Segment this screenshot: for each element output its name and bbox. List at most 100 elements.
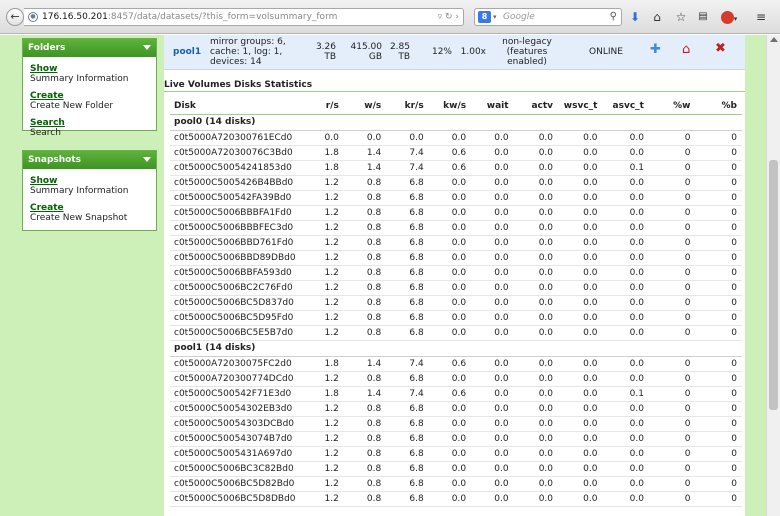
table-row: c0t5000A72030075FC2d0 1.8 1.4 7.4 0.6 0.0 0.0 0… [170,356,742,372]
stat-cell: 0 [695,220,742,236]
pool-features: non-legacy (features enabled) [490,37,564,67]
stat-cell: 7.4 [386,386,429,402]
stat-cell: 0 [695,235,742,251]
snapshots-create-link[interactable]: Create [30,203,156,213]
home-icon[interactable]: ⌂ [682,43,690,56]
disk-name-cell: c0t5000C5006BBD89DBd0 [170,250,304,266]
table-row: c0t5000C5006BC5E5B7d0 1.2 0.8 6.8 0.0 0.0 0.0 0… [170,325,742,341]
vertical-scrollbar[interactable] [766,35,780,516]
dropdown-icon[interactable]: ▿ [438,12,443,22]
add-icon[interactable]: ✚ [650,43,661,56]
stat-cell: 0.0 [602,220,649,236]
stat-cell: 1.2 [303,265,344,281]
stat-cell: 1.4 [343,160,387,176]
stat-cell: 0.0 [558,416,603,432]
disk-name-cell: c0t5000A72030076C3Bd0 [170,145,304,161]
collapse-icon[interactable] [143,45,151,50]
pool-dedup-ratio: 1.00x [460,47,486,57]
stat-cell: 0.0 [558,235,603,251]
column-header: %w [648,98,696,115]
google-icon[interactable]: 8 [478,11,491,23]
stat-cell: 0.0 [602,175,649,191]
stat-cell: 6.8 [386,446,429,462]
table-row: c0t5000C5006BC2C76Fd0 1.2 0.8 6.8 0.0 0.0 0.0 0… [170,280,742,296]
folders-search-link[interactable]: Search [30,118,156,128]
folders-item-show: Show Summary Information [23,64,156,84]
delete-icon[interactable]: ✖ [715,42,726,55]
back-button[interactable]: ← [6,8,24,26]
home-icon[interactable]: ⌂ [650,8,664,26]
bookmarks-menu-icon[interactable]: ▤ [696,8,710,26]
stat-cell: 0.0 [558,325,603,341]
addon-icon[interactable]: ▾ [716,8,742,26]
reload-icon[interactable]: ↻ [445,12,453,22]
stat-cell: 1.2 [303,250,344,266]
stat-cell: 6.8 [386,491,429,507]
stat-cell: 7.4 [386,160,429,176]
disk-name-cell: c0t5000C5006BBBFA1Fd0 [170,205,304,221]
stat-cell: 1.2 [303,295,344,311]
stat-cell: 0.0 [428,280,472,296]
stat-cell: 0.0 [513,145,559,161]
stat-cell: 0 [695,280,742,296]
stat-cell: 0.0 [602,461,649,477]
search-bar[interactable]: 8 ▾ Google ⚲ [474,8,622,26]
chevron-down-icon[interactable]: ▾ [493,9,497,25]
stat-cell: 0 [648,160,696,176]
stat-cell: 0 [648,461,696,477]
stat-cell: 0 [648,130,696,146]
stat-cell: 0 [695,371,742,387]
pool-features-line: non-legacy [502,37,552,47]
stat-cell: 0.0 [471,476,514,492]
stat-cell: 0.1 [602,160,649,176]
disk-name-cell: c0t5000C500543074B7d0 [170,431,304,447]
stat-cell: 0.0 [558,250,603,266]
stat-cell: 0.8 [343,401,387,417]
stat-cell: 0.0 [558,205,603,221]
stat-cell: 0.0 [602,325,649,341]
stat-cell: 0.6 [428,356,472,372]
stat-cell: 0.0 [513,386,559,402]
stat-cell: 0.0 [428,416,472,432]
browser-toolbar: ← ● 176.16.50.201:8457/data/datasets/?th… [0,0,780,34]
table-row: c0t5000C50054303DCBd0 1.2 0.8 6.8 0.0 0.0 0.0 0… [170,416,742,432]
snapshots-show-link[interactable]: Show [30,176,156,186]
snapshots-panel-header[interactable]: Snapshots [23,151,156,169]
scroll-up-arrow-icon[interactable] [770,37,778,42]
folders-show-link[interactable]: Show [30,64,156,74]
menu-icon[interactable]: ≡ [752,8,770,26]
stat-cell: 6.8 [386,205,429,221]
stat-cell: 6.8 [386,250,429,266]
folders-panel-header[interactable]: Folders [23,39,156,57]
column-header: wsvc_t [558,98,603,115]
download-icon[interactable]: ⬇ [628,8,642,26]
pool-name-link[interactable]: pool1 [173,47,201,57]
stat-cell: 0.0 [428,250,472,266]
stat-cell: 0.0 [471,386,514,402]
stat-cell: 0.8 [343,190,387,206]
snapshots-show-desc: Summary Information [30,186,129,196]
folders-title: Folders [28,43,66,53]
stat-cell: 0 [695,416,742,432]
scrollbar-thumb[interactable] [769,160,778,410]
stat-cell: 0.0 [558,160,603,176]
stat-cell: 1.2 [303,461,344,477]
column-header: actv [513,98,559,115]
stat-cell: 0 [695,205,742,221]
stat-cell: 6.8 [386,431,429,447]
search-icon[interactable]: ⚲ [610,9,617,25]
url-bar[interactable]: ● 176.16.50.201:8457/data/datasets/?this… [24,8,464,26]
stat-cell: 0.8 [343,235,387,251]
table-row: c0t5000C5006BC5D95Fd0 1.2 0.8 6.8 0.0 0.0 0.0 0… [170,310,742,326]
folders-create-link[interactable]: Create [30,91,156,101]
stat-cell: 0.0 [471,461,514,477]
stat-cell: 0 [695,356,742,372]
next-icon[interactable]: › [455,12,459,22]
stat-cell: 0.0 [428,401,472,417]
pool-features-line: (features [506,47,548,57]
table-row: c0t5000C5006BBBFEC3d0 1.2 0.8 6.8 0.0 0.0 0.0 0… [170,220,742,236]
pool-summary-row: pool1 mirror groups: 6, cache: 1, log: 1… [164,35,745,70]
disk-name-cell: c0t5000C50054303DCBd0 [170,416,304,432]
collapse-icon[interactable] [143,157,151,162]
bookmark-star-icon[interactable]: ☆ [674,8,688,26]
